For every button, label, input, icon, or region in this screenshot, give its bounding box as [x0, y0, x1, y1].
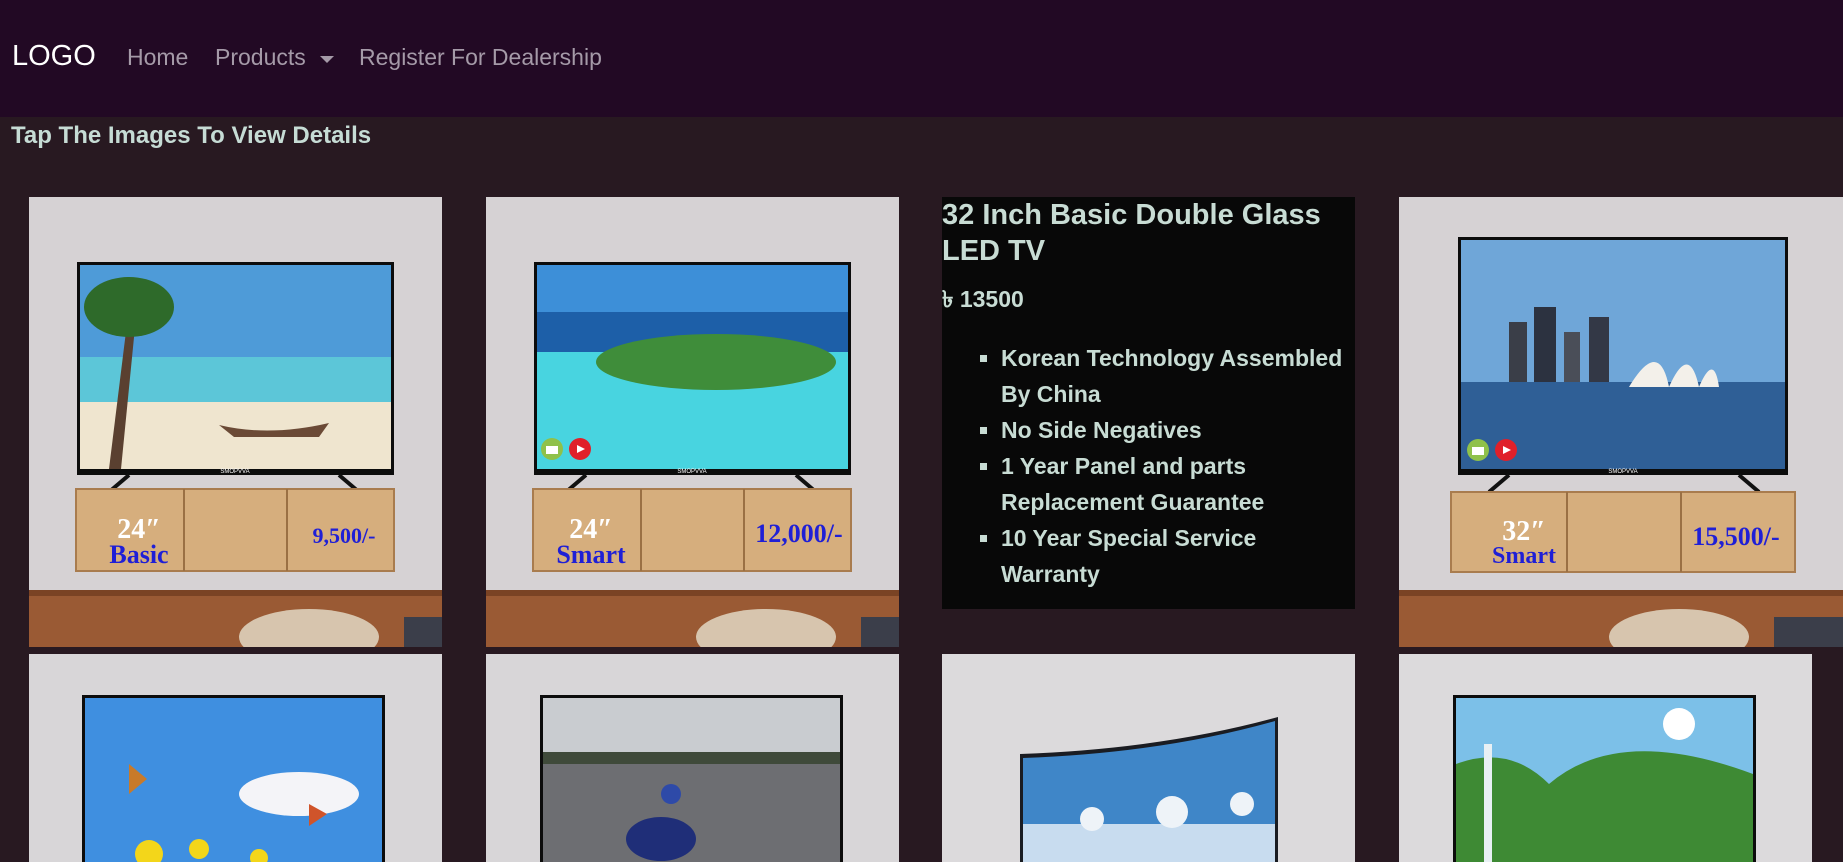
- android-icon: [541, 438, 563, 460]
- product-card-24-smart[interactable]: SMOPVVA 24″ Smart 12,000/-: [486, 197, 899, 647]
- svg-text:15,500/-: 15,500/-: [1692, 522, 1779, 551]
- feature-item: 1 Year Panel and parts Replacement Guara…: [1001, 448, 1355, 520]
- product-title: 32 Inch Basic Double Glass LED TV: [942, 199, 1321, 267]
- nav-link-home[interactable]: Home: [127, 44, 188, 71]
- android-icon: [1467, 439, 1489, 461]
- feature-item: No Side Negatives: [1001, 412, 1355, 448]
- svg-text:SMOPVVA: SMOPVVA: [677, 469, 706, 475]
- product-detail-card[interactable]: 32 Inch Basic Double Glass LED TV ৳ 1350…: [942, 197, 1355, 609]
- svg-text:Smart: Smart: [1492, 543, 1556, 569]
- product-price: ৳ 13500: [942, 286, 1024, 312]
- svg-text:SMOPVVA: SMOPVVA: [220, 469, 249, 475]
- product-card-24-basic[interactable]: SMOPVVA 24″ Basic 9,500/-: [29, 197, 442, 647]
- youtube-icon: [569, 438, 591, 460]
- product-image: [1399, 654, 1812, 862]
- product-image: [486, 654, 899, 862]
- svg-text:9,500/-: 9,500/-: [313, 523, 376, 548]
- product-card[interactable]: [486, 654, 899, 862]
- nav-link-products[interactable]: Products: [215, 44, 306, 71]
- svg-text:SMOPVVA: SMOPVVA: [1608, 469, 1637, 475]
- nav-link-register-dealership[interactable]: Register For Dealership: [359, 44, 602, 71]
- feature-item: 10 Year Special Service Warranty: [1001, 520, 1355, 592]
- product-card[interactable]: [942, 654, 1355, 862]
- product-image: [29, 654, 442, 862]
- svg-text:12,000/-: 12,000/-: [755, 519, 842, 548]
- product-card-32-smart[interactable]: SMOPVVA 32″ Smart 15,500/-: [1399, 197, 1843, 647]
- product-image: [942, 654, 1355, 862]
- chevron-down-icon[interactable]: [320, 56, 334, 63]
- feature-item: Korean Technology Assembled By China: [1001, 340, 1355, 412]
- feature-list: Korean Technology Assembled By China No …: [942, 340, 1355, 592]
- page-hint: Tap The Images To View Details: [11, 122, 372, 149]
- product-image: SMOPVVA 24″ Smart 12,000/-: [486, 197, 899, 647]
- svg-text:Smart: Smart: [556, 540, 626, 569]
- logo[interactable]: LOGO: [12, 40, 96, 73]
- youtube-icon: [1495, 439, 1517, 461]
- product-image: SMOPVVA 24″ Basic 9,500/-: [29, 197, 442, 647]
- product-card[interactable]: [1399, 654, 1812, 862]
- svg-text:Basic: Basic: [109, 540, 168, 569]
- product-card[interactable]: [29, 654, 442, 862]
- product-image: SMOPVVA 32″ Smart 15,500/-: [1399, 197, 1843, 647]
- navbar: LOGO Home Products Register For Dealersh…: [0, 0, 1843, 117]
